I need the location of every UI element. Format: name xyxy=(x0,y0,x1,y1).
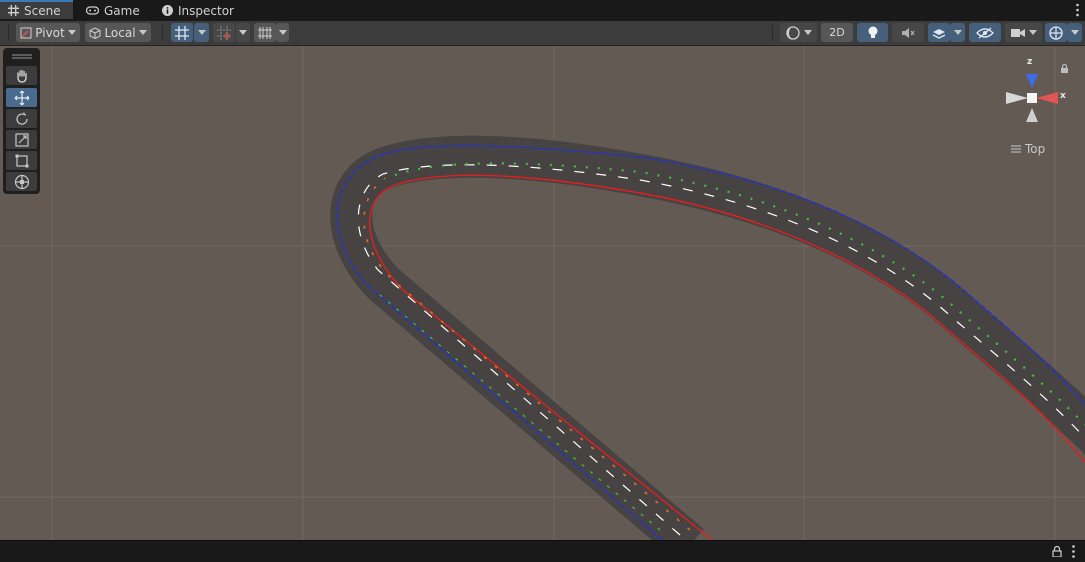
gamepad-icon xyxy=(86,6,99,15)
neg-x-axis-cone[interactable] xyxy=(1006,92,1028,104)
z-axis-cone[interactable] xyxy=(1026,74,1038,88)
lock-icon[interactable] xyxy=(1061,63,1068,74)
tab-inspector[interactable]: Inspector xyxy=(162,0,234,21)
chevron-down-icon xyxy=(67,30,76,35)
draw-mode-dropdown[interactable] xyxy=(780,23,817,42)
chevron-down-icon xyxy=(197,30,206,35)
gizmos-dropdown[interactable] xyxy=(1067,23,1082,42)
editor-tab-bar: Scene Game Inspector xyxy=(0,0,1085,21)
transform-icon xyxy=(14,174,29,189)
move-arrows-icon xyxy=(14,90,29,105)
layers-effects-icon xyxy=(932,28,946,39)
orientation-gizmo[interactable] xyxy=(1000,56,1080,128)
tool-palette xyxy=(3,48,40,194)
info-icon xyxy=(162,5,173,16)
tab-game-label: Game xyxy=(104,3,140,18)
hidden-eye-icon xyxy=(976,27,994,38)
audio-mute-icon xyxy=(902,27,915,38)
scene-canvas[interactable] xyxy=(0,46,1085,540)
axis-x-label: x xyxy=(1060,91,1066,101)
tab-scene[interactable]: Scene xyxy=(0,0,73,19)
axis-z-label: z xyxy=(1027,57,1033,67)
chevron-down-icon xyxy=(278,30,287,35)
camera-settings-dropdown[interactable] xyxy=(1005,23,1042,42)
cube-icon xyxy=(89,26,101,39)
rotate-tool[interactable] xyxy=(6,109,37,128)
scene-toolbar: Pivot Local 2D xyxy=(0,21,1085,46)
rotate-icon xyxy=(15,112,28,125)
toolbar-grip xyxy=(8,25,9,41)
effects-toggle-button[interactable] xyxy=(928,23,950,42)
increment-snap-dropdown[interactable] xyxy=(236,23,250,42)
gizmo-center-cube[interactable] xyxy=(1027,93,1037,103)
chevron-down-icon xyxy=(138,30,147,35)
tab-game[interactable]: Game xyxy=(86,0,140,21)
shading-mode-icon xyxy=(785,25,800,40)
chevron-down-icon xyxy=(1028,30,1037,35)
pivot-label: Pivot xyxy=(35,25,65,40)
grid-snap-dropdown[interactable] xyxy=(194,23,209,42)
view-label: Top xyxy=(1025,142,1046,156)
toggle-grid-dropdown[interactable] xyxy=(276,23,289,42)
grid-snap-icon xyxy=(175,25,189,40)
light-bulb-icon xyxy=(868,26,877,38)
scale-tool[interactable] xyxy=(6,130,37,149)
neg-z-axis-cone[interactable] xyxy=(1026,108,1038,122)
2d-mode-label: 2D xyxy=(829,26,845,39)
scale-icon xyxy=(14,132,29,147)
transform-tool[interactable] xyxy=(6,172,37,191)
camera-icon xyxy=(1010,28,1025,37)
view-orientation-label[interactable]: Top xyxy=(1011,142,1045,156)
pivot-icon xyxy=(20,27,32,38)
scene-viewport[interactable] xyxy=(0,46,1085,540)
palette-grip-icon[interactable] xyxy=(12,54,32,60)
tab-inspector-label: Inspector xyxy=(178,3,234,18)
chevron-down-icon xyxy=(803,30,812,35)
hand-tool[interactable] xyxy=(6,66,37,85)
pivot-dropdown[interactable]: Pivot xyxy=(16,23,80,42)
gizmo-globe-icon xyxy=(1049,25,1063,40)
more-options-icon[interactable] xyxy=(1076,3,1079,17)
increment-snap-button[interactable] xyxy=(213,23,235,42)
chevron-down-icon xyxy=(239,30,247,35)
local-label: Local xyxy=(104,25,136,40)
local-dropdown[interactable]: Local xyxy=(85,23,151,42)
gizmos-toggle-button[interactable] xyxy=(1045,23,1067,42)
grid-visibility-icon xyxy=(258,26,272,39)
audio-toggle-button[interactable] xyxy=(892,23,924,42)
toggle-grid-button[interactable] xyxy=(254,23,276,42)
increment-snap-icon xyxy=(217,25,231,40)
bottom-status-bar xyxy=(0,540,1085,562)
lighting-toggle-button[interactable] xyxy=(857,23,888,42)
tab-scene-label: Scene xyxy=(24,3,61,18)
toolbar-separator xyxy=(772,25,773,41)
chevron-down-icon xyxy=(1070,30,1079,35)
menu-lines-icon xyxy=(1011,145,1021,153)
rect-transform-icon xyxy=(15,154,28,167)
x-axis-cone[interactable] xyxy=(1036,92,1058,104)
effects-dropdown[interactable] xyxy=(950,23,965,42)
grid-snap-button[interactable] xyxy=(171,23,193,42)
scene-visibility-button[interactable] xyxy=(969,23,1001,42)
road-track xyxy=(330,135,1085,540)
2d-mode-button[interactable]: 2D xyxy=(821,23,853,42)
chevron-down-icon xyxy=(953,30,962,35)
toolbar-separator xyxy=(162,25,163,41)
move-tool[interactable] xyxy=(6,88,37,107)
rect-tool[interactable] xyxy=(6,151,37,170)
grid-icon xyxy=(8,5,19,16)
more-options-icon[interactable] xyxy=(1072,545,1075,558)
hand-icon xyxy=(16,69,27,83)
lock-icon[interactable] xyxy=(1052,546,1062,557)
